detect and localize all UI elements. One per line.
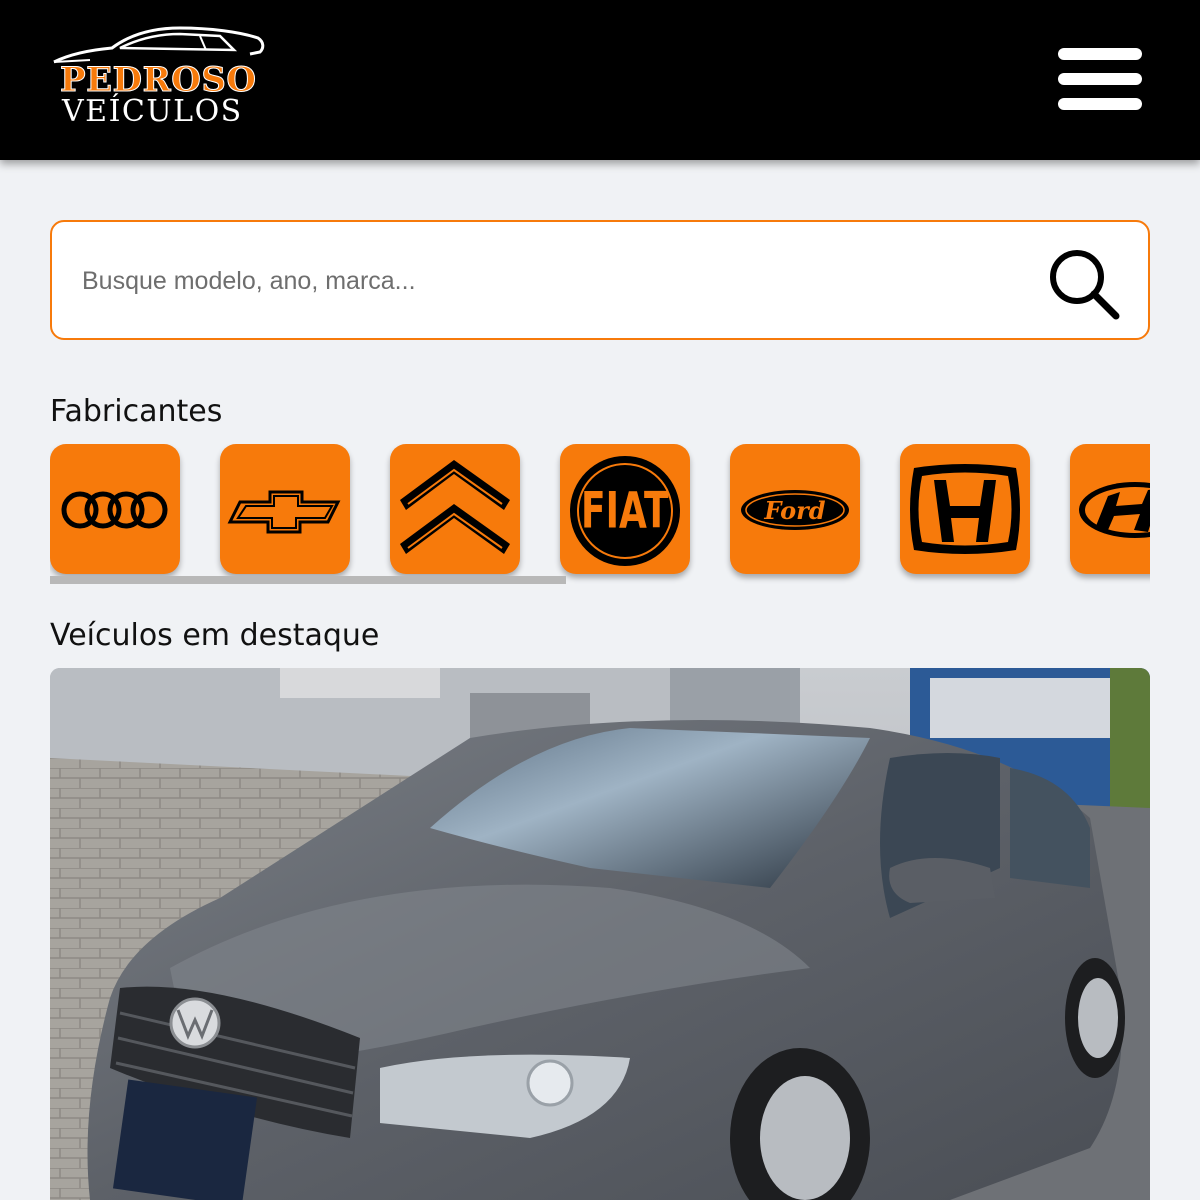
featured-heading: Veículos em destaque [50, 618, 380, 653]
search-icon[interactable] [1046, 246, 1122, 322]
brand-hyundai[interactable] [1070, 444, 1150, 574]
honda-logo-icon [910, 464, 1020, 554]
site-logo[interactable]: PEDROSO VEÍCULOS [50, 24, 270, 132]
manufacturers-carousel[interactable]: FIAT Ford [50, 444, 1150, 584]
logo-text-veiculos: VEÍCULOS [62, 94, 243, 129]
brand-citroen[interactable] [390, 444, 520, 574]
fiat-logo-icon: FIAT [570, 456, 680, 566]
ford-logo-icon: Ford [741, 490, 849, 530]
brand-ford[interactable]: Ford [730, 444, 860, 574]
search-box [50, 220, 1150, 340]
audi-logo-icon [61, 491, 168, 529]
chevrolet-logo-icon [227, 490, 341, 534]
hamburger-menu-icon[interactable] [1058, 46, 1142, 112]
gray-sedan-photo [50, 668, 1150, 1200]
brand-fiat[interactable]: FIAT [560, 444, 690, 574]
fiat-logo-text: FIAT [581, 483, 669, 540]
brand-honda[interactable] [900, 444, 1030, 574]
brand-chevrolet[interactable] [220, 444, 350, 574]
search-input[interactable] [82, 252, 982, 310]
hyundai-logo-icon [1079, 482, 1150, 538]
ford-logo-text: Ford [763, 496, 825, 525]
carousel-scrollbar[interactable] [50, 576, 566, 584]
brand-audi[interactable] [50, 444, 180, 574]
manufacturers-heading: Fabricantes [50, 394, 223, 429]
site-header: PEDROSO VEÍCULOS [0, 0, 1200, 160]
featured-vehicle-photo[interactable] [50, 668, 1150, 1200]
citroen-logo-icon [400, 460, 510, 554]
